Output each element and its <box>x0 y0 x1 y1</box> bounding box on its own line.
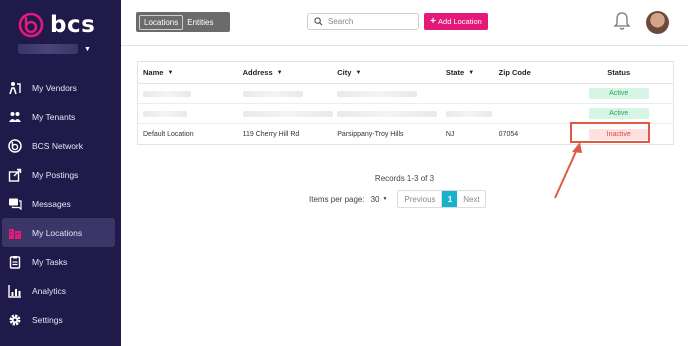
sidebar-item-label: My Vendors <box>32 82 77 93</box>
cell-city: Parsippany-Troy Hills <box>337 130 404 138</box>
sidebar-item-settings[interactable]: Settings <box>0 305 121 334</box>
analytics-icon <box>8 284 22 298</box>
table-row[interactable]: Active <box>138 84 673 104</box>
annotation-arrow-icon <box>554 142 582 199</box>
column-header-status: Status <box>607 68 631 77</box>
sidebar-item-label: My Tenants <box>32 111 76 122</box>
brand-logo[interactable]: bcs <box>18 12 95 38</box>
vendors-icon <box>8 81 22 95</box>
search-icon <box>314 17 323 26</box>
sidebar-item-my-tasks[interactable]: My Tasks <box>0 247 121 276</box>
sidebar-item-my-postings[interactable]: My Postings <box>0 160 121 189</box>
search-input[interactable] <box>328 17 418 26</box>
chevron-down-icon: ▼ <box>84 45 91 53</box>
sort-caret-icon: ▼ <box>167 69 174 76</box>
sidebar-item-messages[interactable]: Messages <box>0 189 121 218</box>
tasks-icon <box>8 255 22 269</box>
plus-icon: + <box>430 15 437 27</box>
cell-status: Active <box>564 108 673 119</box>
locations-icon <box>8 226 22 240</box>
top-bar: Locations Entities + Add Location <box>121 0 688 46</box>
redacted-text <box>445 110 492 117</box>
records-count: Records 1-3 of 3 <box>374 174 435 183</box>
column-header-state[interactable]: State ▼ <box>446 68 499 77</box>
sidebar-item-my-vendors[interactable]: My Vendors <box>0 73 121 102</box>
sidebar-item-analytics[interactable]: Analytics <box>0 276 121 305</box>
search-box[interactable] <box>307 13 419 30</box>
bell-icon[interactable] <box>613 11 631 31</box>
cell-city <box>337 90 446 97</box>
sidebar-item-label: Messages <box>32 198 71 209</box>
redacted-text <box>242 110 333 117</box>
cell-zip: 07054 <box>498 130 519 138</box>
table-header: Name ▼ Address ▼ City ▼ State ▼ Zip Code Sta… <box>138 62 673 84</box>
items-per-page-value: 30 <box>370 194 380 204</box>
sidebar-item-label: My Postings <box>32 169 79 180</box>
messages-icon <box>8 197 22 211</box>
column-header-city[interactable]: City ▼ <box>337 68 446 77</box>
organization-select[interactable]: ▼ <box>18 42 92 56</box>
redacted-text <box>337 110 438 117</box>
organization-name-redacted <box>18 44 78 54</box>
add-location-label: Add Location <box>438 17 482 26</box>
sort-caret-icon: ▼ <box>468 69 475 76</box>
status-badge: Active <box>588 88 649 99</box>
sidebar-item-label: My Locations <box>32 227 83 238</box>
cell-address: 119 Cherry Hill Rd <box>242 130 300 138</box>
column-header-address[interactable]: Address ▼ <box>243 68 338 77</box>
gear-icon <box>8 313 22 327</box>
page-number-button[interactable]: 1 <box>442 191 458 207</box>
items-per-page-label: Items per page: <box>309 194 365 204</box>
sidebar-item-label: Analytics <box>32 285 67 296</box>
add-location-button[interactable]: + Add Location <box>424 13 488 30</box>
pagination: Items per page: 30 ▼ Previous 1 Next <box>309 190 487 208</box>
sidebar-item-label: BCS Network <box>32 140 84 151</box>
chevron-down-icon: ▼ <box>382 196 388 202</box>
sidebar-nav: My Vendors My Tenants BCS Network My Pos… <box>0 73 121 334</box>
cell-city <box>337 110 446 117</box>
page-controls: Previous 1 Next <box>397 190 487 208</box>
tab-locations[interactable]: Locations <box>139 14 184 30</box>
cell-status: Active <box>564 88 673 99</box>
bcs-logo-icon <box>18 12 44 38</box>
column-header-zip[interactable]: Zip Code <box>499 68 565 77</box>
redacted-text <box>242 90 303 97</box>
cell-name: Default Location <box>143 130 194 138</box>
sidebar-item-my-locations[interactable]: My Locations <box>2 218 115 247</box>
brand-name: bcs <box>50 12 96 38</box>
sort-caret-icon: ▼ <box>355 69 362 76</box>
table-row[interactable]: Active <box>138 104 673 124</box>
column-header-name[interactable]: Name ▼ <box>138 68 243 77</box>
redacted-text <box>143 90 191 97</box>
redacted-text <box>337 90 418 97</box>
sort-caret-icon: ▼ <box>276 69 283 76</box>
network-icon <box>8 138 22 153</box>
view-toggle: Locations Entities <box>136 12 230 32</box>
cell-state: NJ <box>445 130 455 138</box>
postings-icon <box>8 168 22 182</box>
previous-page-button[interactable]: Previous <box>398 191 443 207</box>
sidebar-item-bcs-network[interactable]: BCS Network <box>0 131 121 160</box>
cell-state <box>445 110 499 117</box>
cell-address <box>242 90 338 97</box>
sidebar: bcs ▼ My Vendors My Tenants BCS Network <box>0 0 121 346</box>
cell-name <box>138 110 243 117</box>
sidebar-item-label: My Tasks <box>32 256 68 267</box>
tenants-icon <box>8 110 22 124</box>
avatar[interactable] <box>646 11 669 34</box>
redacted-text <box>143 110 187 117</box>
sidebar-item-my-tenants[interactable]: My Tenants <box>0 102 121 131</box>
status-badge: Active <box>588 108 649 119</box>
cell-name <box>138 90 243 97</box>
cell-address <box>242 110 338 117</box>
tab-entities[interactable]: Entities <box>183 16 217 29</box>
sidebar-item-label: Settings <box>32 314 63 325</box>
items-per-page-select[interactable]: 30 ▼ <box>371 195 388 204</box>
next-page-button[interactable]: Next <box>457 191 485 207</box>
